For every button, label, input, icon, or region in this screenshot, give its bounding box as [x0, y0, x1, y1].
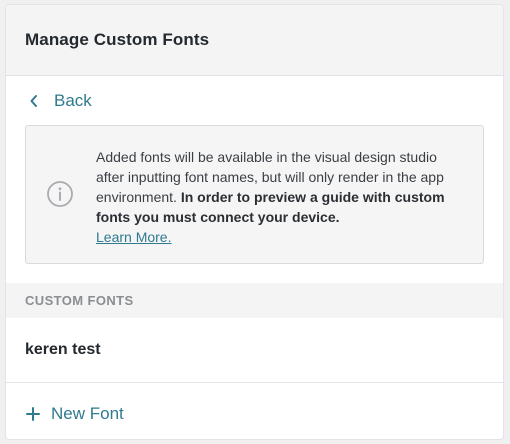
manage-fonts-panel: Manage Custom Fonts Back Added fonts wil…	[5, 4, 504, 440]
chevron-left-icon	[26, 93, 42, 109]
learn-more-link[interactable]: Learn More.	[96, 229, 171, 245]
plus-icon	[26, 407, 40, 421]
page-title: Manage Custom Fonts	[25, 30, 210, 49]
new-font-label: New Font	[51, 404, 124, 423]
list-item[interactable]: keren test	[6, 318, 503, 383]
section-title: CUSTOM FONTS	[25, 293, 134, 308]
info-text: Added fonts will be available in the vis…	[96, 147, 449, 247]
font-name: keren test	[25, 341, 101, 358]
panel-header: Manage Custom Fonts	[6, 5, 503, 76]
info-circle-icon	[46, 180, 74, 208]
new-font-button[interactable]: New Font	[6, 383, 503, 439]
back-button[interactable]: Back	[6, 77, 503, 125]
custom-fonts-section-header: CUSTOM FONTS	[6, 283, 503, 318]
info-notice: Added fonts will be available in the vis…	[25, 125, 484, 264]
back-label: Back	[54, 91, 92, 110]
